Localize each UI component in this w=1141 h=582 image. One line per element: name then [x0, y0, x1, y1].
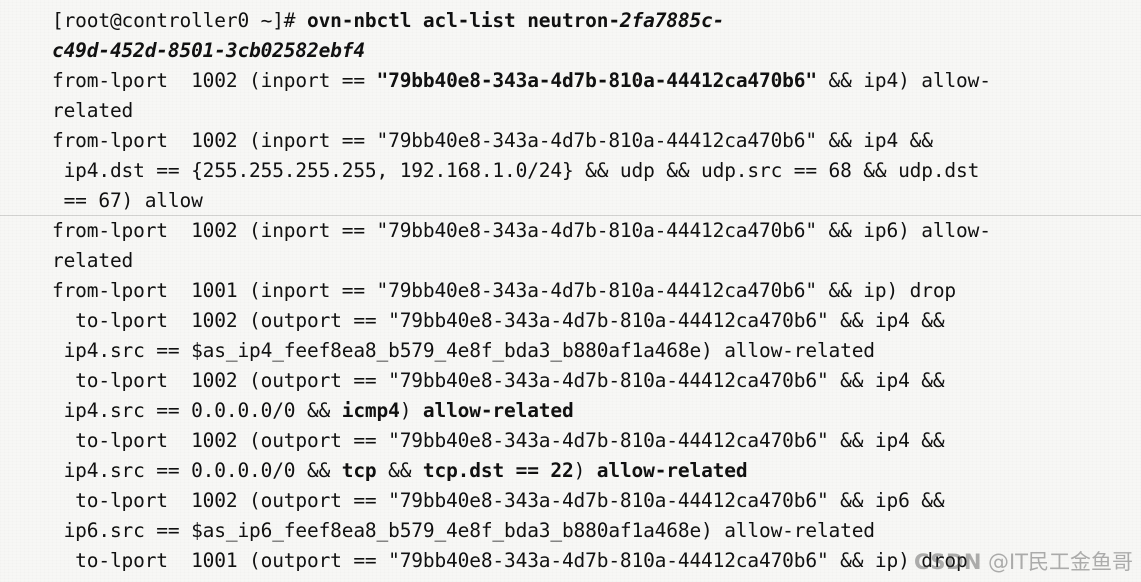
page-divider-rule [0, 215, 1141, 216]
terminal-line-segment: to-lport 1001 (outport == "79bb40e8-343a… [52, 549, 968, 572]
terminal-line: to-lport 1002 (outport == "79bb40e8-343a… [0, 426, 1141, 456]
terminal-line-segment: from-lport 1002 (inport == [52, 69, 377, 92]
terminal-line: to-lport 1002 (outport == "79bb40e8-343a… [0, 366, 1141, 396]
terminal-console-output[interactable]: [root@controller0 ~]# ovn-nbctl acl-list… [0, 0, 1141, 576]
terminal-line-segment: && [376, 459, 423, 482]
terminal-line-segment: related [52, 99, 134, 122]
terminal-line: ip4.src == 0.0.0.0/0 && tcp && tcp.dst =… [0, 456, 1141, 486]
terminal-line: [root@controller0 ~]# ovn-nbctl acl-list… [0, 6, 1141, 36]
terminal-line-segment: icmp4 [341, 399, 400, 422]
terminal-line-segment: allow-related [411, 399, 574, 422]
terminal-line-segment: from-lport 1002 (inport == "79bb40e8-343… [52, 219, 991, 242]
terminal-line: from-lport 1002 (inport == "79bb40e8-343… [0, 216, 1141, 246]
terminal-line-segment: ip6.src == $as_ip6_feef8ea8_b579_4e8f_bd… [52, 519, 875, 542]
terminal-window: [root@controller0 ~]# ovn-nbctl acl-list… [0, 0, 1141, 582]
terminal-line: to-lport 1001 (outport == "79bb40e8-343a… [0, 546, 1141, 576]
terminal-line: == 67) allow [0, 186, 1141, 216]
terminal-line: from-lport 1002 (inport == "79bb40e8-343… [0, 66, 1141, 96]
terminal-line: from-lport 1002 (inport == "79bb40e8-343… [0, 126, 1141, 156]
terminal-line: from-lport 1001 (inport == "79bb40e8-343… [0, 276, 1141, 306]
terminal-line: ip4.src == $as_ip4_feef8ea8_b579_4e8f_bd… [0, 336, 1141, 366]
terminal-line-segment: ip4.src == 0.0.0.0/0 && [52, 399, 342, 422]
terminal-line: related [0, 96, 1141, 126]
terminal-line-segment: from-lport 1001 (inport == "79bb40e8-343… [52, 279, 957, 302]
terminal-line: to-lport 1002 (outport == "79bb40e8-343a… [0, 306, 1141, 336]
terminal-line-segment: tcp [341, 459, 377, 482]
terminal-line-segment: ovn-nbctl acl-list neutron- [306, 9, 620, 32]
terminal-line-segment: [root@controller0 ~]# [52, 9, 307, 32]
terminal-line-segment: to-lport 1002 (outport == "79bb40e8-343a… [52, 429, 945, 452]
terminal-line-segment: from-lport 1002 (inport == "79bb40e8-343… [52, 129, 933, 152]
terminal-line-segment: c49d-452d-8501-3cb02582ebf4 [52, 39, 365, 62]
terminal-line-segment: 2fa7885c- [619, 9, 725, 32]
terminal-line-segment: ip4.src == $as_ip4_feef8ea8_b579_4e8f_bd… [52, 339, 875, 362]
terminal-line-segment: && ip4) allow- [816, 69, 991, 92]
terminal-line-segment: "79bb40e8-343a-4d7b-810a-44412ca470b6" [376, 69, 818, 92]
terminal-line: related [0, 246, 1141, 276]
terminal-line: c49d-452d-8501-3cb02582ebf4 [0, 36, 1141, 66]
terminal-line: ip6.src == $as_ip6_feef8ea8_b579_4e8f_bd… [0, 516, 1141, 546]
terminal-line-segment: ) [573, 459, 586, 482]
terminal-line: ip4.dst == {255.255.255.255, 192.168.1.0… [0, 156, 1141, 186]
terminal-line-segment: tcp.dst == 22 [422, 459, 574, 482]
terminal-line-segment: == 67) allow [52, 189, 203, 212]
terminal-line: ip4.src == 0.0.0.0/0 && icmp4) allow-rel… [0, 396, 1141, 426]
terminal-line-segment: to-lport 1002 (outport == "79bb40e8-343a… [52, 369, 945, 392]
terminal-line-segment: related [52, 249, 134, 272]
terminal-line-segment: allow-related [585, 459, 748, 482]
terminal-line-segment: ip4.dst == {255.255.255.255, 192.168.1.0… [52, 159, 980, 182]
terminal-line-segment: to-lport 1002 (outport == "79bb40e8-343a… [52, 489, 945, 512]
terminal-line: to-lport 1002 (outport == "79bb40e8-343a… [0, 486, 1141, 516]
terminal-line-segment: ip4.src == 0.0.0.0/0 && [52, 459, 342, 482]
terminal-line-segment: ) [399, 399, 412, 422]
terminal-line-segment: to-lport 1002 (outport == "79bb40e8-343a… [52, 309, 945, 332]
